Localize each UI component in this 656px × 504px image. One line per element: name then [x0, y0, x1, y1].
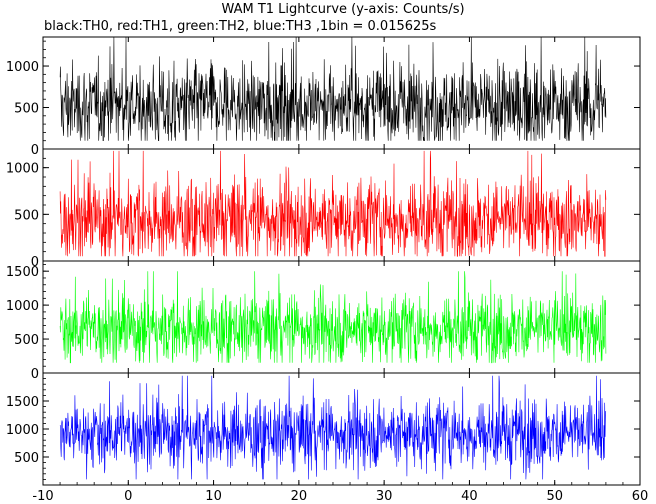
panel-2: 0 500 1000 1500 — [6, 260, 641, 382]
series-line-1 — [59, 150, 607, 257]
panel-3: 500 1000 1500 — [6, 372, 641, 486]
y-tick-label: 500 — [14, 208, 39, 223]
chart-subtitle: black:TH0, red:TH1, green:TH2, blue:TH3 … — [44, 19, 437, 34]
panel-0: 0 500 1000 — [6, 36, 641, 158]
x-tick-label: -10 — [32, 489, 53, 504]
x-tick-label: 0 — [124, 489, 132, 504]
x-tick-label: 50 — [546, 489, 563, 504]
y-tick-label: 500 — [14, 333, 39, 348]
x-tick-label: 40 — [461, 489, 478, 504]
series-line-3 — [59, 375, 607, 480]
y-tick-label: 1000 — [6, 162, 39, 177]
panels-group: 050010000500100005001000150050010001500 — [6, 36, 641, 486]
y-tick-label: 0 — [31, 367, 39, 382]
chart-title: WAM T1 Lightcurve (y-axis: Counts/s) — [221, 2, 464, 17]
series-line-0 — [59, 36, 607, 141]
y-tick-label: 1000 — [6, 299, 39, 314]
y-tick-label: 500 — [14, 451, 39, 466]
y-tick-label: 1500 — [6, 395, 39, 410]
x-tick-label: 10 — [205, 489, 222, 504]
lightcurve-chart: WAM T1 Lightcurve (y-axis: Counts/s) bla… — [6, 2, 649, 504]
series-line-2 — [59, 271, 607, 364]
y-tick-label: 1000 — [6, 60, 39, 75]
panel-1: 05001000 — [6, 148, 641, 270]
x-tick-label: 60 — [632, 489, 649, 504]
x-tick-label: 20 — [291, 489, 308, 504]
y-tick-label: 500 — [14, 102, 39, 117]
y-tick-label: 1000 — [6, 423, 39, 438]
y-tick-label: 0 — [31, 143, 39, 158]
y-tick-label: 1500 — [6, 265, 39, 280]
x-tick-label: 30 — [376, 489, 393, 504]
